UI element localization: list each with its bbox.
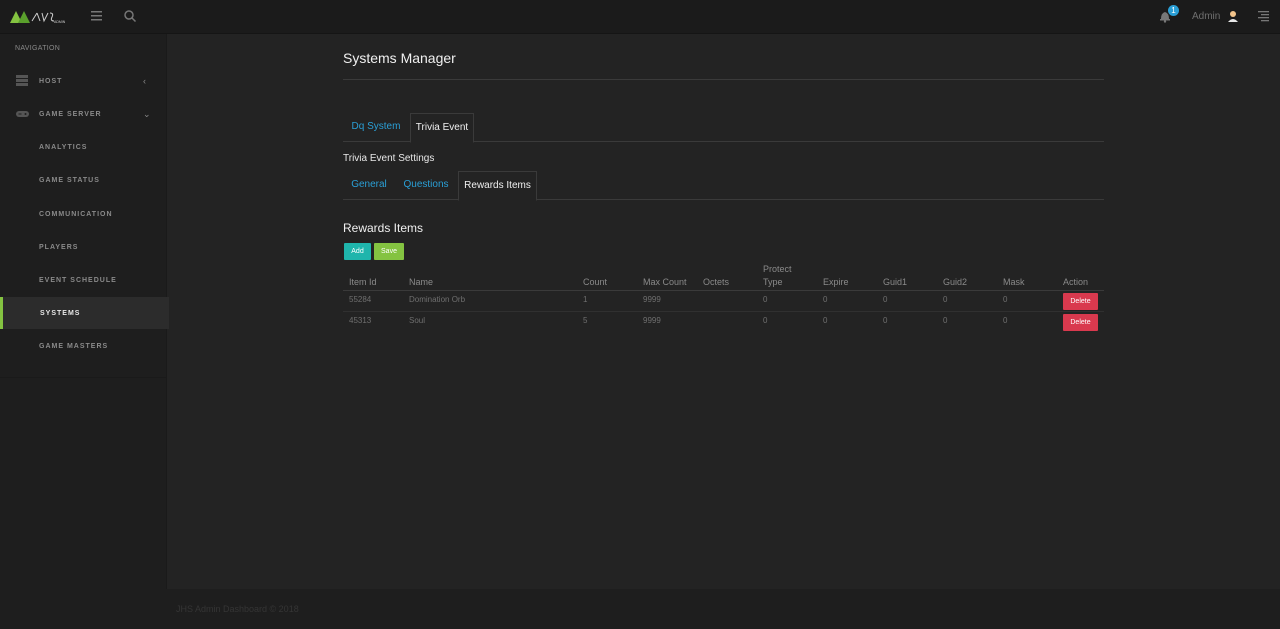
sidebar-item-game-status[interactable]: GAME STATUS — [0, 166, 166, 196]
sidebar-divider — [0, 377, 166, 378]
save-button[interactable]: Save — [374, 243, 404, 260]
sidebar-item-label: PLAYERS — [39, 244, 79, 251]
cell-count: 1 — [583, 295, 588, 304]
col-header-max-count: Max Count — [643, 277, 687, 287]
page-title: Systems Manager — [343, 50, 456, 66]
col-header-item-id: Item Id — [349, 277, 377, 287]
sidebar-item-label: ANALYTICS — [39, 144, 88, 151]
cell-mask: 0 — [1003, 316, 1008, 325]
cell-max-count: 9999 — [643, 295, 661, 304]
cell-expire: 0 — [823, 295, 828, 304]
tab-trivia-event[interactable]: Trivia Event — [410, 113, 474, 143]
cell-guid1: 0 — [883, 316, 888, 325]
delete-button[interactable]: Delete — [1063, 293, 1098, 310]
sidebar-item-communication[interactable]: COMMUNICATION — [0, 200, 166, 230]
sidebar-item-systems[interactable]: SYSTEMS — [0, 297, 169, 329]
rewards-heading: Rewards Items — [343, 221, 424, 235]
tab-rewards-items[interactable]: Rewards Items — [458, 171, 537, 201]
tab-general[interactable]: General — [343, 171, 395, 199]
col-header-guid1: Guid1 — [883, 277, 908, 287]
sidebar: NAVIGATION HOST ‹ GAME SERVER ⌄ ANALYTIC… — [0, 34, 169, 629]
col-header-octets: Octets — [703, 277, 730, 287]
sidebar-item-label: EVENT SCHEDULE — [39, 277, 117, 284]
col-header-name: Name — [409, 277, 434, 287]
sidebar-item-players[interactable]: PLAYERS — [0, 233, 166, 263]
col-header-action: Action — [1063, 277, 1089, 287]
divider — [343, 79, 1104, 80]
col-header-protect: Protect — [763, 264, 792, 274]
gamepad-icon — [16, 108, 30, 120]
sidebar-item-game-masters[interactable]: GAME MASTERS — [0, 332, 166, 362]
hamburger-menu-icon[interactable] — [90, 9, 106, 25]
notification-badge: 1 — [1168, 5, 1179, 16]
sidebar-item-host[interactable]: HOST ‹ — [0, 67, 166, 97]
settings-tabs: General Questions Rewards Items — [343, 171, 1104, 201]
cell-expire: 0 — [823, 316, 828, 325]
sidebar-item-label: SYSTEMS — [40, 310, 81, 317]
logo[interactable]: ADMIN — [10, 9, 70, 25]
cell-item-id: 55284 — [349, 295, 372, 304]
sidebar-item-event-schedule[interactable]: EVENT SCHEDULE — [0, 266, 166, 296]
sidebar-item-analytics[interactable]: ANALYTICS — [0, 133, 166, 163]
cell-mask: 0 — [1003, 295, 1008, 304]
cell-count: 5 — [583, 316, 588, 325]
table-header-divider — [343, 290, 1104, 291]
avatar[interactable] — [1226, 9, 1240, 23]
cell-guid2: 0 — [943, 295, 948, 304]
svg-text:ADMIN: ADMIN — [54, 20, 66, 24]
footer-text: JHS Admin Dashboard © 2018 — [176, 604, 299, 614]
col-header-expire: Expire — [823, 277, 849, 287]
add-button[interactable]: Add — [344, 243, 371, 260]
admin-username[interactable]: Admin — [1192, 11, 1220, 22]
cell-guid2: 0 — [943, 316, 948, 325]
sidebar-item-label: GAME SERVER — [39, 111, 102, 118]
cell-max-count: 9999 — [643, 316, 661, 325]
cell-protect-type: 0 — [763, 295, 768, 304]
search-icon[interactable] — [123, 9, 139, 25]
row-divider — [343, 311, 1104, 312]
chevron-left-icon: ‹ — [143, 76, 146, 86]
col-header-mask: Mask — [1003, 277, 1025, 287]
sidebar-item-label: COMMUNICATION — [39, 211, 113, 218]
nav-title: NAVIGATION — [15, 45, 61, 52]
sidebar-item-label: GAME MASTERS — [39, 343, 109, 350]
cell-name: Domination Orb — [409, 295, 466, 304]
tab-questions[interactable]: Questions — [398, 171, 454, 199]
tab-dq-system[interactable]: Dq System — [343, 113, 409, 141]
col-header-type: Type — [763, 277, 783, 287]
col-header-count: Count — [583, 277, 608, 287]
section-title: Trivia Event Settings — [343, 153, 435, 164]
sidebar-item-label: GAME STATUS — [39, 177, 100, 184]
server-icon — [16, 75, 30, 87]
cell-item-id: 45313 — [349, 316, 372, 325]
top-bar: ADMIN 1 Admin — [0, 0, 1280, 34]
col-header-guid2: Guid2 — [943, 277, 968, 287]
right-menu-icon[interactable] — [1258, 10, 1272, 24]
sidebar-item-game-server[interactable]: GAME SERVER ⌄ — [0, 100, 166, 130]
system-tabs: Dq System Trivia Event — [343, 113, 1104, 143]
cell-guid1: 0 — [883, 295, 888, 304]
chevron-down-icon: ⌄ — [143, 109, 151, 119]
sidebar-item-label: HOST — [39, 78, 63, 85]
delete-button[interactable]: Delete — [1063, 314, 1098, 331]
footer — [166, 589, 1280, 629]
cell-protect-type: 0 — [763, 316, 768, 325]
cell-name: Soul — [409, 316, 426, 325]
